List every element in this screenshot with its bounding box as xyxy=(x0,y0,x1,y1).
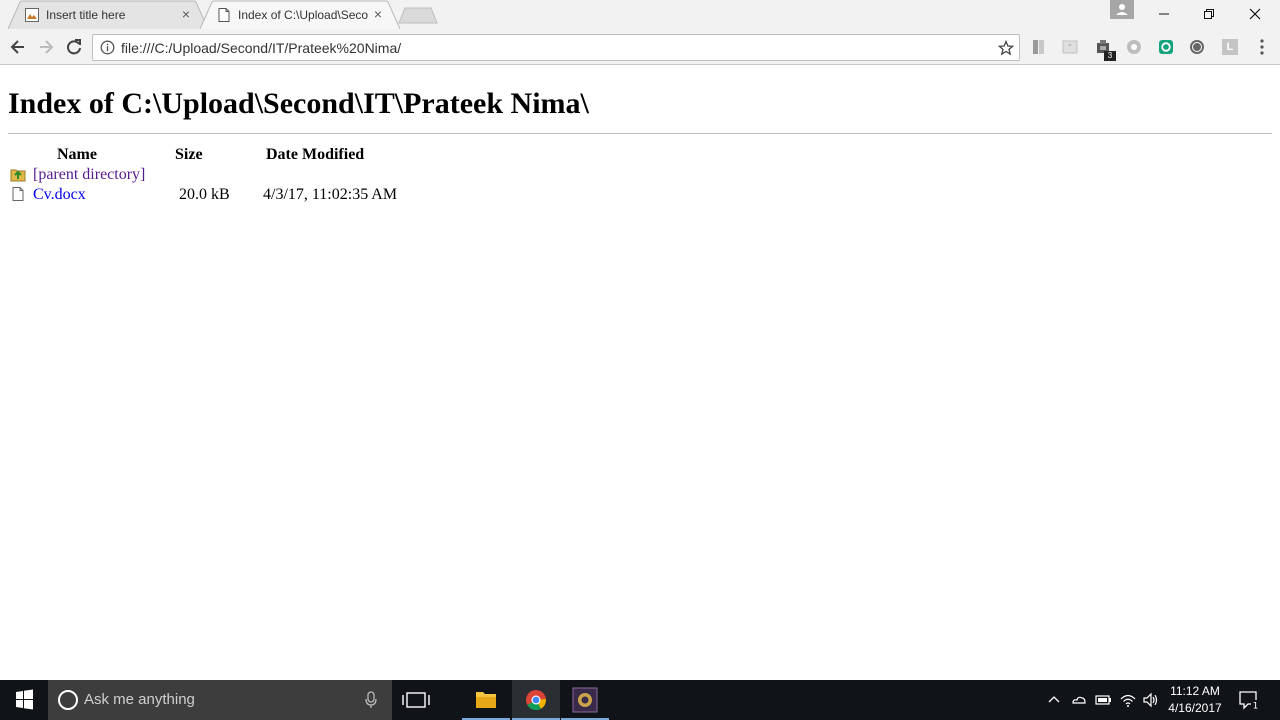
divider xyxy=(8,133,1272,134)
notification-count: 1 xyxy=(1253,702,1259,711)
column-header-name: Name xyxy=(57,146,97,163)
tab-strip: Insert title here × Index of C:\Upload\S… xyxy=(0,0,1280,29)
minimize-button[interactable] xyxy=(1141,0,1187,29)
onedrive-cloud-icon[interactable] xyxy=(1070,691,1088,709)
svg-text:“: “ xyxy=(1068,43,1072,52)
extension-bookmark-icon[interactable] xyxy=(1031,39,1047,55)
file-date-modified: 4/3/17, 11:02:35 AM xyxy=(263,186,398,203)
file-icon xyxy=(12,187,24,201)
eclipse-java-ee-icon xyxy=(572,687,598,713)
new-tab-button[interactable] xyxy=(398,7,438,24)
tab-close-icon[interactable]: × xyxy=(178,6,194,22)
bookmark-star-icon[interactable] xyxy=(998,40,1014,56)
cortana-icon xyxy=(58,690,78,710)
battery-icon[interactable] xyxy=(1094,691,1112,709)
chevron-up-icon[interactable] xyxy=(1045,691,1063,709)
address-url[interactable]: file:///C:/Upload/Second/IT/Prateek%20Ni… xyxy=(121,40,401,56)
tab-title: Index of C:\Upload\Second\IT\Prateek Nim… xyxy=(238,8,368,22)
tab-insert-title[interactable]: Insert title here × xyxy=(8,0,208,29)
file-link[interactable]: Cv.docx xyxy=(33,186,86,204)
image-file-icon xyxy=(25,8,39,22)
windows-start-icon[interactable] xyxy=(0,680,48,720)
tab-index-of[interactable]: Index of C:\Upload\Second\IT\Prateek Nim… xyxy=(200,0,400,29)
close-window-button[interactable] xyxy=(1232,0,1278,29)
chrome-menu-icon[interactable] xyxy=(1254,38,1270,56)
extension-quote-icon[interactable]: “ xyxy=(1062,39,1078,55)
volume-icon[interactable] xyxy=(1142,691,1160,709)
parent-directory-link[interactable]: [parent directory] xyxy=(33,166,145,184)
extension-grammarly-icon[interactable] xyxy=(1158,39,1174,55)
browser-toolbar: file:///C:/Upload/Second/IT/Prateek%20Ni… xyxy=(0,29,1280,65)
wifi-icon[interactable] xyxy=(1119,691,1137,709)
address-bar[interactable]: file:///C:/Upload/Second/IT/Prateek%20Ni… xyxy=(92,34,1020,61)
windows-taskbar: Ask me anything 11:12 AM 4/16/2017 1 xyxy=(0,680,1280,720)
search-placeholder: Ask me anything xyxy=(84,691,195,708)
java-ee-taskbar-button[interactable] xyxy=(561,680,609,720)
extension-compass-icon[interactable] xyxy=(1126,39,1142,55)
forward-arrow-icon[interactable] xyxy=(36,37,56,57)
extension-badge: 3 xyxy=(1104,51,1116,61)
file-size: 20.0 kB xyxy=(179,186,230,203)
chrome-taskbar-button[interactable] xyxy=(512,680,560,720)
action-center-icon[interactable]: 1 xyxy=(1238,690,1260,710)
back-arrow-icon[interactable] xyxy=(8,37,28,57)
restore-button[interactable] xyxy=(1186,0,1232,29)
document-icon xyxy=(218,8,230,22)
cortana-search-box[interactable]: Ask me anything xyxy=(48,680,392,720)
extension-wordpress-icon[interactable] xyxy=(1189,39,1205,55)
task-view-icon[interactable] xyxy=(392,680,440,720)
microphone-icon[interactable] xyxy=(364,691,378,709)
profile-avatar-icon[interactable] xyxy=(1110,0,1134,19)
tab-close-icon[interactable]: × xyxy=(370,6,386,22)
info-icon[interactable] xyxy=(100,40,115,55)
file-explorer-taskbar-button[interactable] xyxy=(462,680,510,720)
folder-icon xyxy=(476,692,496,708)
chrome-icon xyxy=(526,690,546,711)
extension-letter-l-icon[interactable]: L xyxy=(1222,39,1238,55)
page-title: Index of C:\Upload\Second\IT\Prateek Nim… xyxy=(8,87,589,120)
column-header-date: Date Modified xyxy=(266,146,365,163)
column-header-size: Size xyxy=(175,146,203,163)
clock-date: 4/16/2017 xyxy=(1168,701,1222,715)
clock-time: 11:12 AM xyxy=(1170,684,1220,698)
parent-folder-up-icon xyxy=(10,169,26,182)
tab-title: Insert title here xyxy=(46,8,126,22)
reload-icon[interactable] xyxy=(64,37,84,57)
system-clock[interactable]: 11:12 AM 4/16/2017 xyxy=(1162,683,1228,717)
page-content: Index of C:\Upload\Second\IT\Prateek Nim… xyxy=(0,66,1280,680)
